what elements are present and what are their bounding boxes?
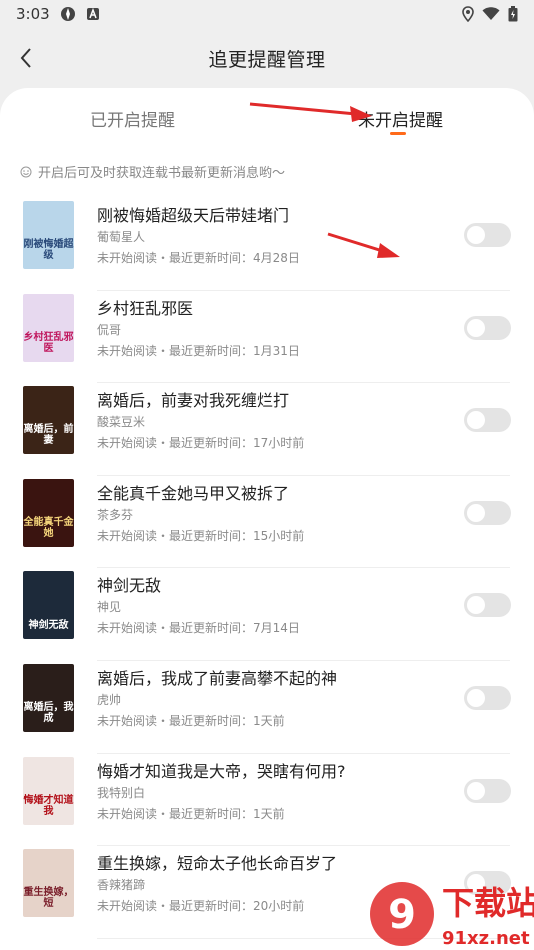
app-notification-icon	[60, 6, 76, 22]
header: 追更提醒管理	[0, 28, 534, 88]
hint-row: 开启后可及时获取连载书最新更新消息哟～	[20, 162, 285, 181]
book-cover-title: 重生换嫁，短	[23, 887, 74, 910]
book-meta: 未开始阅读・最近更新时间：4月28日	[97, 251, 300, 265]
book-title: 离婚后，前妻对我死缠烂打	[97, 391, 290, 411]
book-row[interactable]: 神剑无敌 神剑无敌 神见 未开始阅读・最近更新时间：7月14日	[0, 568, 534, 661]
toggle-knob	[467, 318, 485, 337]
book-cover[interactable]: 全能真千金她	[23, 478, 74, 547]
page-title: 追更提醒管理	[208, 48, 326, 71]
back-button[interactable]	[10, 42, 42, 74]
book-row[interactable]: 离婚后，我成 离婚后，我成了前妻高攀不起的神 虎帅 未开始阅读・最近更新时间：1…	[0, 661, 534, 754]
book-row[interactable]: 离婚后，前妻 离婚后，前妻对我死缠烂打 酸菜豆米 未开始阅读・最近更新时间：17…	[0, 383, 534, 476]
battery-icon	[508, 6, 518, 22]
tab-bar: 已开启提醒 未开启提醒	[0, 88, 534, 148]
book-row[interactable]: 刚被悔婚超级 刚被悔婚超级天后带娃堵门 葡萄星人 未开始阅读・最近更新时间：4月…	[0, 198, 534, 291]
book-title: 全能真千金她马甲又被拆了	[97, 483, 290, 503]
book-info: 刚被悔婚超级天后带娃堵门 葡萄星人 未开始阅读・最近更新时间：4月28日	[97, 202, 437, 265]
status-time: 3:03	[16, 5, 50, 23]
toggle-knob	[467, 781, 485, 800]
watermark-site: 91xz.net	[442, 928, 530, 949]
wifi-icon	[482, 7, 500, 21]
book-info: 悔婚才知道我是大帝，哭瞎有何用? 我特别白 未开始阅读・最近更新时间：1天前	[97, 758, 437, 821]
book-title: 刚被悔婚超级天后带娃堵门	[97, 206, 290, 225]
reminder-toggle[interactable]	[464, 778, 511, 803]
reminder-toggle[interactable]	[464, 685, 511, 710]
content-card: 已开启提醒 未开启提醒 开启后可及时获取连载书最新更新消息哟～ 刚被悔婚超级 刚…	[0, 88, 534, 950]
book-cover[interactable]: 离婚后，我成	[23, 663, 74, 732]
book-cover[interactable]: 重生换嫁，短	[23, 849, 74, 918]
toggle-knob	[467, 411, 485, 430]
chevron-left-icon	[20, 48, 31, 68]
book-cover[interactable]: 刚被悔婚超级	[23, 201, 74, 269]
app-badge-icon	[86, 7, 100, 21]
book-cover-title: 悔婚才知道我	[23, 794, 74, 817]
book-author: 葡萄星人	[97, 230, 146, 244]
watermark-brand: 下载站	[442, 884, 534, 922]
book-author: 神见	[97, 600, 122, 615]
book-author: 虎帅	[97, 692, 122, 707]
book-title: 神剑无敌	[97, 576, 162, 596]
book-cover[interactable]: 悔婚才知道我	[23, 756, 74, 825]
book-cover-title: 全能真千金她	[23, 516, 74, 539]
book-meta: 未开始阅读・最近更新时间：17小时前	[97, 436, 305, 451]
book-row[interactable]: 乡村狂乱邪医 乡村狂乱邪医 侃哥 未开始阅读・最近更新时间：1月31日	[0, 291, 534, 384]
book-author: 侃哥	[97, 322, 122, 337]
book-meta: 未开始阅读・最近更新时间：1天前	[97, 806, 285, 821]
smile-icon	[20, 166, 32, 177]
reminder-toggle[interactable]	[464, 500, 511, 525]
watermark-logo: 9	[388, 892, 416, 938]
book-title: 乡村狂乱邪医	[97, 298, 194, 318]
book-meta: 未开始阅读・最近更新时间：7月14日	[97, 621, 300, 636]
book-author: 茶多芬	[97, 507, 134, 522]
book-cover-title: 神剑无敌	[28, 620, 69, 632]
site-watermark: 9 下载站 91xz.net	[362, 862, 534, 950]
book-meta: 未开始阅读・最近更新时间：1月31日	[97, 343, 300, 358]
book-cover[interactable]: 离婚后，前妻	[23, 386, 74, 455]
book-cover-title: 刚被悔婚超级	[23, 239, 74, 261]
book-author: 我特别白	[97, 785, 146, 800]
book-info: 神剑无敌 神见 未开始阅读・最近更新时间：7月14日	[97, 572, 437, 635]
toggle-knob	[467, 226, 485, 244]
book-meta: 未开始阅读・最近更新时间：1天前	[97, 713, 285, 728]
book-info: 乡村狂乱邪医 侃哥 未开始阅读・最近更新时间：1月31日	[97, 295, 437, 358]
tab-active-indicator	[390, 132, 406, 135]
book-cover-title: 离婚后，我成	[23, 701, 74, 724]
reminder-toggle[interactable]	[464, 593, 511, 618]
location-icon	[462, 6, 474, 22]
book-row[interactable]: 悔婚才知道我 悔婚才知道我是大帝，哭瞎有何用? 我特别白 未开始阅读・最近更新时…	[0, 754, 534, 847]
hint-text: 开启后可及时获取连载书最新更新消息哟～	[38, 166, 286, 181]
book-title: 离婚后，我成了前妻高攀不起的神	[97, 668, 338, 688]
book-info: 全能真千金她马甲又被拆了 茶多芬 未开始阅读・最近更新时间：15小时前	[97, 480, 437, 543]
reminder-toggle[interactable]	[464, 223, 511, 247]
toggle-knob	[467, 688, 485, 707]
book-info: 离婚后，前妻对我死缠烂打 酸菜豆米 未开始阅读・最近更新时间：17小时前	[97, 387, 437, 450]
reminder-toggle[interactable]	[464, 408, 511, 433]
book-meta: 未开始阅读・最近更新时间：15小时前	[97, 528, 305, 543]
status-bar: 3:03	[0, 0, 534, 28]
book-cover-title: 离婚后，前妻	[23, 424, 74, 447]
book-info: 离婚后，我成了前妻高攀不起的神 虎帅 未开始阅读・最近更新时间：1天前	[97, 665, 437, 728]
tab-disabled-reminders[interactable]: 未开启提醒	[358, 106, 443, 131]
book-list: 刚被悔婚超级 刚被悔婚超级天后带娃堵门 葡萄星人 未开始阅读・最近更新时间：4月…	[0, 198, 534, 939]
tab-enabled-reminders[interactable]: 已开启提醒	[90, 106, 175, 131]
toggle-knob	[467, 503, 485, 522]
reminder-toggle[interactable]	[464, 315, 511, 340]
toggle-knob	[467, 596, 485, 615]
book-cover[interactable]: 神剑无敌	[23, 571, 74, 640]
book-cover-title: 乡村狂乱邪医	[23, 331, 74, 354]
book-row[interactable]: 全能真千金她 全能真千金她马甲又被拆了 茶多芬 未开始阅读・最近更新时间：15小…	[0, 476, 534, 569]
book-title: 悔婚才知道我是大帝，哭瞎有何用?	[97, 761, 346, 781]
book-author: 酸菜豆米	[97, 415, 146, 430]
book-cover[interactable]: 乡村狂乱邪医	[23, 293, 74, 362]
